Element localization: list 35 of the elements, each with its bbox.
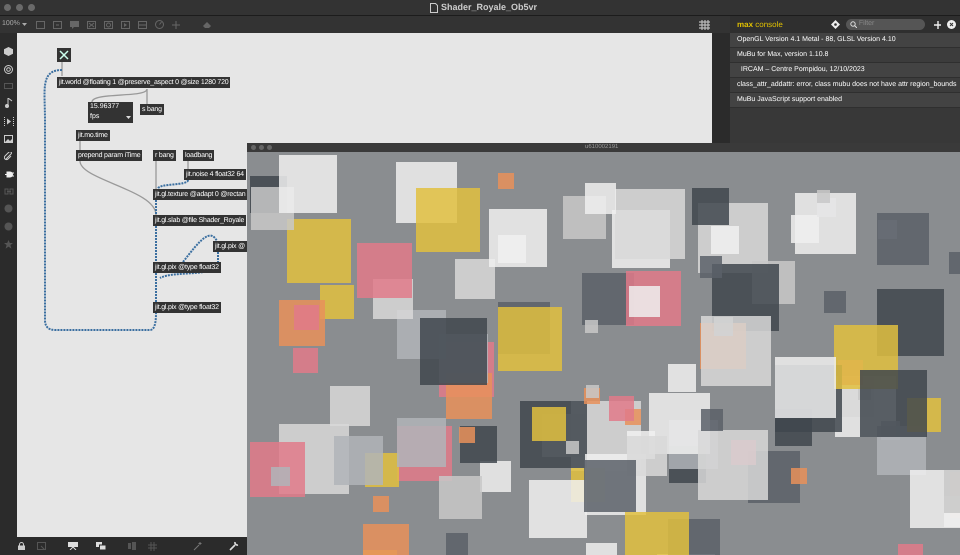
circle-icon[interactable]: [4, 204, 13, 213]
sparkle-icon[interactable]: [193, 542, 203, 550]
window-title: Shader_Royale_Ob5vr: [441, 1, 538, 14]
caret-icon[interactable]: [126, 116, 131, 118]
slider-icon[interactable]: [138, 20, 147, 28]
patch-cord[interactable]: [157, 180, 189, 190]
windows-icon[interactable]: [96, 542, 106, 550]
object-icon[interactable]: [36, 20, 45, 28]
align-icon[interactable]: [128, 542, 136, 550]
console-title: max console: [737, 20, 783, 28]
wrench-icon[interactable]: [229, 541, 239, 551]
cube-icon[interactable]: [4, 47, 13, 56]
patch-cord[interactable]: [91, 88, 148, 102]
lock-icon[interactable]: [18, 542, 25, 550]
button-icon[interactable]: [87, 20, 96, 28]
message-icon[interactable]: [53, 20, 62, 28]
grid-icon[interactable]: [699, 20, 710, 30]
comment-icon[interactable]: [70, 20, 79, 28]
plug-icon[interactable]: [4, 170, 14, 179]
easel-icon[interactable]: [68, 542, 78, 550]
search-icon: [850, 21, 857, 28]
image-icon[interactable]: [4, 135, 13, 143]
diamond-icon[interactable]: [831, 20, 840, 29]
dial-icon[interactable]: [155, 20, 164, 29]
bang-icon[interactable]: [104, 20, 113, 28]
music-note-icon[interactable]: [4, 98, 12, 108]
rectangle-icon[interactable]: [4, 83, 13, 89]
circle-icon[interactable]: [4, 222, 13, 231]
document-icon: [430, 2, 438, 13]
caret-icon[interactable]: [22, 23, 27, 26]
star-icon[interactable]: [4, 240, 13, 249]
paperclip-icon[interactable]: [4, 152, 13, 161]
target-icon[interactable]: [4, 65, 13, 74]
toggle[interactable]: [57, 48, 71, 62]
close-icon[interactable]: [947, 20, 956, 29]
